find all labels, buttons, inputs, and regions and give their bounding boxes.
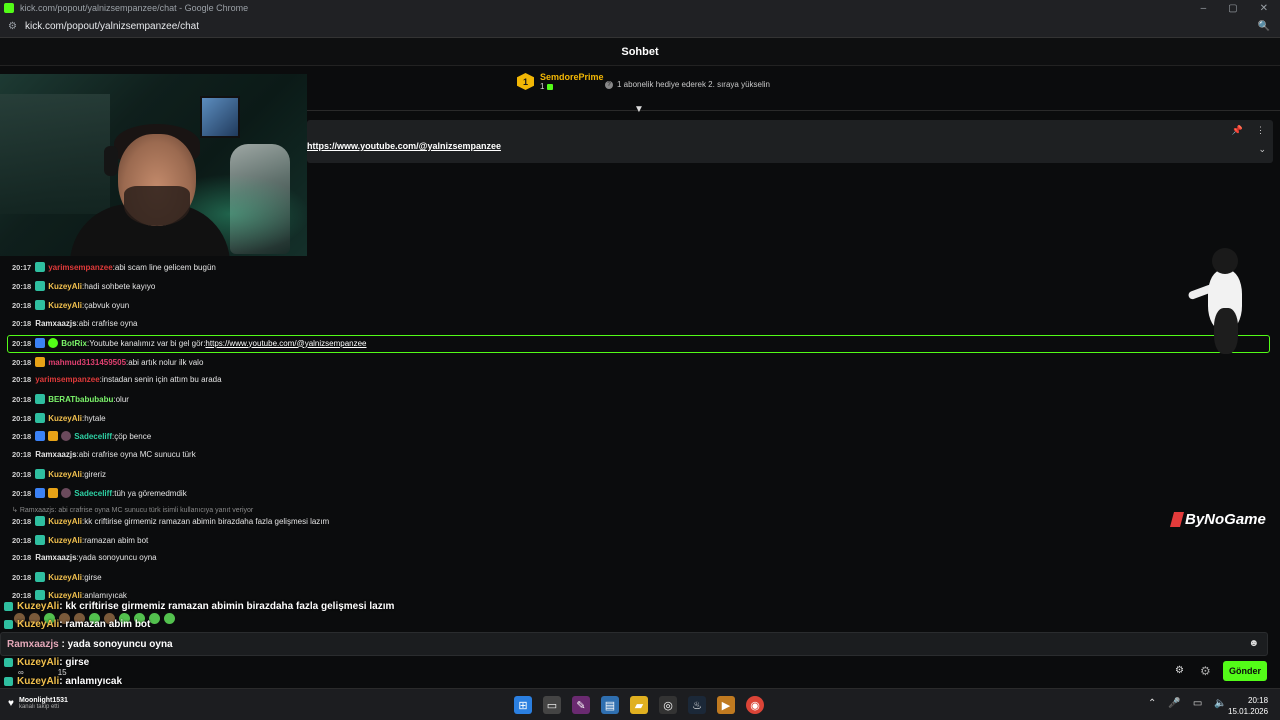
media-icon[interactable]: ▶ bbox=[717, 696, 735, 714]
file-explorer-icon[interactable]: ▰ bbox=[630, 696, 648, 714]
help-icon: ? bbox=[605, 80, 613, 89]
bot-badge-icon bbox=[48, 338, 59, 348]
chat-message[interactable]: 20:18 Ramxaazjs: abi crafrise oyna bbox=[12, 319, 137, 328]
subscriber-badge-icon bbox=[35, 590, 46, 600]
subscriber-badge-icon bbox=[35, 516, 46, 526]
subscriber-badge-icon bbox=[35, 281, 46, 291]
supporter-count: 1 bbox=[540, 82, 545, 91]
chat-stats: ∞ 15 bbox=[18, 668, 67, 677]
chat-footer: ∞ 15 ⚙ ⚙ Gönder bbox=[0, 658, 1280, 684]
chat-message[interactable]: 20:18 KuzeyAli: kk criftirise girmemiz r… bbox=[12, 516, 329, 526]
chevron-up-icon[interactable]: ⌃ bbox=[1148, 698, 1156, 709]
message-count: 15 bbox=[57, 668, 67, 677]
overlay-message: KuzeyAli : ramazan abim bot bbox=[4, 619, 150, 630]
address-bar[interactable]: ⚙ kick.com/popout/yalnizsempanzee/chat 🔍 bbox=[0, 16, 1280, 38]
subscriber-badge-icon bbox=[35, 413, 46, 423]
chevron-down-icon[interactable]: ⌄ bbox=[1258, 144, 1266, 155]
divider bbox=[307, 110, 1280, 111]
photos-icon[interactable]: ▤ bbox=[601, 696, 619, 714]
gift-icon bbox=[547, 83, 554, 90]
display-icon[interactable]: ▭ bbox=[1193, 698, 1202, 709]
chat-message[interactable]: 20:17 yarimsempanzee: abi scam line geli… bbox=[12, 262, 216, 272]
pin-icon[interactable]: 📌 bbox=[1232, 125, 1243, 136]
chat-message[interactable]: 20:18 Sadeceliff: çöp bence bbox=[12, 431, 151, 441]
chat-message[interactable]: 20:18 KuzeyAli: ramazan abim bot bbox=[12, 535, 148, 545]
chat-message[interactable]: 20:18 KuzeyAli: çabvuk oyun bbox=[12, 300, 129, 310]
follow-notification: ♥ Moonlight1531 kanalı takip etti bbox=[8, 697, 68, 710]
bot-message[interactable]: 20:18 BotRix: Youtube kanalımız var bi g… bbox=[12, 338, 367, 348]
subscriber-badge-icon bbox=[35, 535, 46, 545]
task-view-icon[interactable]: ▭ bbox=[543, 696, 561, 714]
app-icon[interactable]: ✎ bbox=[572, 696, 590, 714]
minimize-button[interactable]: – bbox=[1201, 3, 1207, 14]
top-supporter[interactable]: 1 SemdorePrime 1 bbox=[517, 72, 604, 91]
url-text[interactable]: kick.com/popout/yalnizsempanzee/chat bbox=[25, 21, 199, 32]
pinned-link[interactable]: https://www.youtube.com/@yalnizsempanzee bbox=[307, 141, 501, 151]
viewers-count: ∞ bbox=[18, 668, 24, 677]
site-info-icon[interactable]: ⚙ bbox=[8, 21, 18, 32]
vip-badge-icon bbox=[35, 488, 46, 498]
steam-icon[interactable]: ♨ bbox=[688, 696, 706, 714]
webcam-overlay bbox=[0, 74, 307, 256]
crown-badge-icon bbox=[48, 488, 59, 498]
subscriber-badge-icon bbox=[35, 572, 46, 582]
subscriber-badge-icon bbox=[35, 394, 46, 404]
og-badge-icon bbox=[61, 488, 72, 498]
chat-title: Sohbet bbox=[621, 45, 659, 58]
chat-message[interactable]: 20:18 BERATbabubabu: olur bbox=[12, 394, 129, 404]
window-title: kick.com/popout/yalnizsempanzee/chat - G… bbox=[20, 3, 249, 13]
chat-message[interactable]: 20:18 Ramxaazjs: yada sonoyuncu oyna bbox=[12, 553, 157, 562]
youtube-link[interactable]: https://www.youtube.com/@yalnizsempanzee bbox=[205, 339, 366, 348]
chat-message[interactable]: 20:18 KuzeyAli: girse bbox=[12, 572, 102, 582]
chat-message[interactable]: 20:18 Ramxaazjs: abi crafrise oyna MC su… bbox=[12, 450, 196, 459]
send-button[interactable]: Gönder bbox=[1223, 661, 1267, 681]
vip-badge-icon bbox=[35, 431, 46, 441]
zoom-icon[interactable]: 🔍 bbox=[1258, 21, 1270, 32]
settings-icon[interactable]: ⚙ bbox=[1200, 664, 1211, 678]
rank-badge: 1 bbox=[517, 73, 534, 90]
chat-input[interactable]: Ramxaazjs : yada sonoyuncu oyna ☻ bbox=[0, 632, 1268, 656]
vip-badge-icon bbox=[35, 338, 46, 348]
crown-badge-icon bbox=[48, 431, 59, 441]
crown-badge-icon bbox=[35, 357, 46, 367]
chrome-icon[interactable]: ◉ bbox=[746, 696, 764, 714]
bynogame-logo: ByNoGame bbox=[1169, 511, 1266, 528]
heart-icon: ♥ bbox=[8, 698, 14, 709]
chat-message[interactable]: 20:18 KuzeyAli: hadi sohbete kayıyo bbox=[12, 281, 155, 291]
system-tray: ⌃ 🎤 ▭ 🔈 bbox=[1148, 698, 1227, 709]
chat-message[interactable]: 20:18 KuzeyAli: hytale bbox=[12, 413, 106, 423]
more-options-icon[interactable]: ⋮ bbox=[1256, 125, 1265, 136]
subscriber-badge-icon bbox=[35, 469, 46, 479]
window-titlebar: kick.com/popout/yalnizsempanzee/chat - G… bbox=[0, 0, 1280, 16]
cat-overlay-image bbox=[1187, 248, 1250, 356]
gift-note: ? 1 abonelik hediye ederek 2. sıraya yük… bbox=[605, 80, 770, 89]
chat-message[interactable]: 20:18 yarimsempanzee: instadan senin içi… bbox=[12, 375, 222, 384]
chat-message[interactable]: 20:18 KuzeyAli: anlamıyıcak bbox=[12, 590, 127, 600]
kick-logo-icon bbox=[4, 3, 14, 13]
collapse-icon[interactable]: ▼ bbox=[634, 104, 644, 115]
chat-message[interactable]: 20:18 Sadeceliff: tüh ya göremedmdik bbox=[12, 488, 187, 498]
windows-taskbar: ♥ Moonlight1531 kanalı takip etti ⊞ ▭ ✎ … bbox=[0, 688, 1280, 720]
settings-gear-icon[interactable]: ⚙ bbox=[1175, 665, 1184, 676]
volume-icon[interactable]: 🔈 bbox=[1214, 698, 1226, 709]
taskbar-apps: ⊞ ▭ ✎ ▤ ▰ ◎ ♨ ▶ ◉ bbox=[514, 696, 764, 714]
chat-message[interactable]: 20:18 mahmud3131459505: abi artık nolur … bbox=[12, 357, 203, 367]
maximize-button[interactable]: ▢ bbox=[1228, 3, 1237, 14]
subscriber-badge-icon bbox=[35, 300, 46, 310]
reply-note: ↳ Ramxaazjs: abi crafrise oyna MC sunucu… bbox=[12, 507, 254, 514]
chat-message[interactable]: 20:18 KuzeyAli: gireriz bbox=[12, 469, 106, 479]
window-controls: – ▢ ✕ bbox=[1201, 3, 1280, 14]
supporter-name: SemdorePrime bbox=[540, 72, 604, 82]
pinned-message[interactable]: https://www.youtube.com/@yalnizsempanzee… bbox=[307, 120, 1273, 163]
windows-start-icon[interactable]: ⊞ bbox=[514, 696, 532, 714]
overlay-message: KuzeyAli : kk criftirise girmemiz ramaza… bbox=[4, 601, 394, 612]
emoji-icon[interactable]: ☻ bbox=[1248, 638, 1259, 649]
game-icon[interactable]: ◎ bbox=[659, 696, 677, 714]
og-badge-icon bbox=[61, 431, 72, 441]
microphone-icon[interactable]: 🎤 bbox=[1168, 698, 1180, 709]
system-clock[interactable]: 20:18 15.01.2026 bbox=[1228, 695, 1268, 717]
subscriber-badge-icon bbox=[35, 262, 46, 272]
chat-header: Sohbet bbox=[0, 38, 1280, 66]
close-button[interactable]: ✕ bbox=[1260, 3, 1268, 14]
